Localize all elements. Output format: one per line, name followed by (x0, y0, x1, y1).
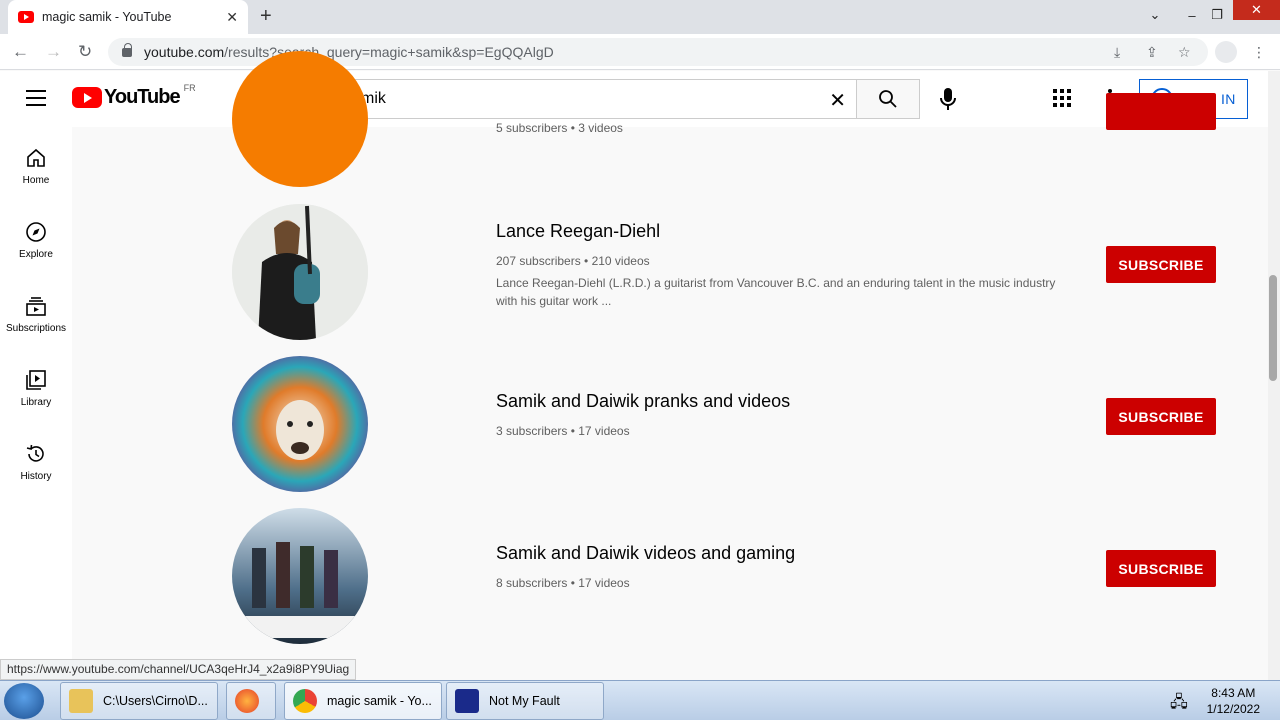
sidebar-item-label: Explore (19, 249, 53, 260)
channel-meta: 207 subscribers • 210 videos (496, 254, 650, 268)
back-button[interactable]: ← (12, 42, 29, 62)
channel-result[interactable]: 5 subscribers • 3 videos (72, 51, 1262, 203)
channel-name[interactable]: Samik and Daiwik pranks and videos (496, 391, 790, 412)
history-icon (26, 444, 44, 462)
youtube-favicon-icon (18, 11, 34, 23)
browser-tab-bar: magic samik - YouTube ✕ + ⌄ – ❐ ✕ (0, 0, 1280, 34)
subscriptions-icon (26, 297, 46, 316)
windows-taskbar: C:\Users\Cirno\D... magic samik - Yo... … (0, 680, 1280, 720)
window-close-button[interactable]: ✕ (1233, 0, 1280, 20)
firefox-icon (235, 689, 259, 713)
subscribe-button[interactable] (1106, 93, 1216, 130)
lion-artwork (232, 356, 368, 492)
taskbar-item-label: C:\Users\Cirno\D... (103, 694, 208, 708)
channel-result[interactable]: Lance Reegan-Diehl 207 subscribers • 210… (72, 204, 1262, 356)
channel-avatar[interactable] (232, 356, 368, 492)
subscribe-button[interactable]: SUBSCRIBE (1106, 398, 1216, 435)
channel-meta: 8 subscribers • 17 videos (496, 576, 630, 590)
sidebar-item-label: History (20, 471, 52, 482)
sidebar-item-history[interactable]: History (0, 423, 72, 497)
subscribe-button[interactable]: SUBSCRIBE (1106, 550, 1216, 587)
channel-avatar[interactable] (232, 508, 368, 644)
subscribe-button[interactable]: SUBSCRIBE (1106, 246, 1216, 283)
sidebar: Home Explore Subscriptions Library Histo… (0, 127, 72, 680)
minimize-button[interactable]: – (1178, 0, 1206, 30)
system-clock[interactable]: 8:43 AM 1/12/2022 (1207, 685, 1260, 717)
sidebar-item-label: Subscriptions (5, 323, 67, 334)
channel-description: Lance Reegan-Diehl (L.R.D.) a guitarist … (496, 276, 1056, 308)
sidebar-item-label: Library (20, 397, 52, 408)
chrome-icon (293, 689, 317, 713)
network-icon[interactable]: 🖧 (1170, 691, 1188, 718)
scrollbar-thumb[interactable] (1269, 275, 1277, 381)
guitarist-photo (232, 204, 368, 340)
restore-button[interactable]: ❐ (1203, 0, 1231, 30)
library-icon (26, 370, 46, 390)
tab-search-icon[interactable]: ⌄ (1141, 0, 1169, 30)
channel-name[interactable]: Samik and Daiwik videos and gaming (496, 543, 795, 564)
taskbar-item-firefox[interactable] (226, 682, 276, 720)
link-status-bar: https://www.youtube.com/channel/UCA3qeHr… (0, 659, 357, 680)
channel-meta: 3 subscribers • 17 videos (496, 424, 630, 438)
taskbar-item-media[interactable]: Not My Fault (446, 682, 604, 720)
sidebar-item-label: Home (22, 175, 50, 186)
folder-icon (69, 689, 93, 713)
forward-button[interactable]: → (45, 42, 62, 62)
channel-avatar[interactable] (232, 204, 368, 340)
taskbar-item-chrome[interactable]: magic samik - Yo... (284, 682, 442, 720)
channel-result[interactable]: Samik and Daiwik videos and gaming 8 sub… (72, 508, 1262, 660)
media-player-icon (455, 689, 479, 713)
tab-title: magic samik - YouTube (42, 10, 172, 24)
taskbar-item-label: magic samik - Yo... (327, 694, 432, 708)
channel-result[interactable]: Samik and Daiwik pranks and videos 3 sub… (72, 356, 1262, 508)
channel-avatar[interactable] (232, 51, 368, 187)
home-icon (27, 148, 45, 167)
sidebar-item-explore[interactable]: Explore (0, 201, 72, 275)
sidebar-item-home[interactable]: Home (0, 127, 72, 201)
clock-time: 8:43 AM (1211, 686, 1256, 700)
game-artwork (232, 508, 368, 644)
hamburger-menu-icon[interactable] (26, 90, 46, 106)
new-tab-button[interactable]: + (260, 5, 272, 28)
channel-meta: 5 subscribers • 3 videos (496, 121, 623, 135)
close-tab-icon[interactable]: ✕ (226, 9, 238, 26)
taskbar-item-explorer[interactable]: C:\Users\Cirno\D... (60, 682, 218, 720)
taskbar-item-label: Not My Fault (489, 694, 560, 708)
clock-date: 1/12/2022 (1206, 702, 1260, 716)
channel-name[interactable]: Lance Reegan-Diehl (496, 221, 660, 242)
sidebar-item-library[interactable]: Library (0, 349, 72, 423)
compass-icon (26, 222, 46, 242)
sidebar-item-subscriptions[interactable]: Subscriptions (0, 275, 72, 349)
browser-tab[interactable]: magic samik - YouTube ✕ (8, 0, 248, 34)
start-button[interactable] (4, 683, 44, 719)
